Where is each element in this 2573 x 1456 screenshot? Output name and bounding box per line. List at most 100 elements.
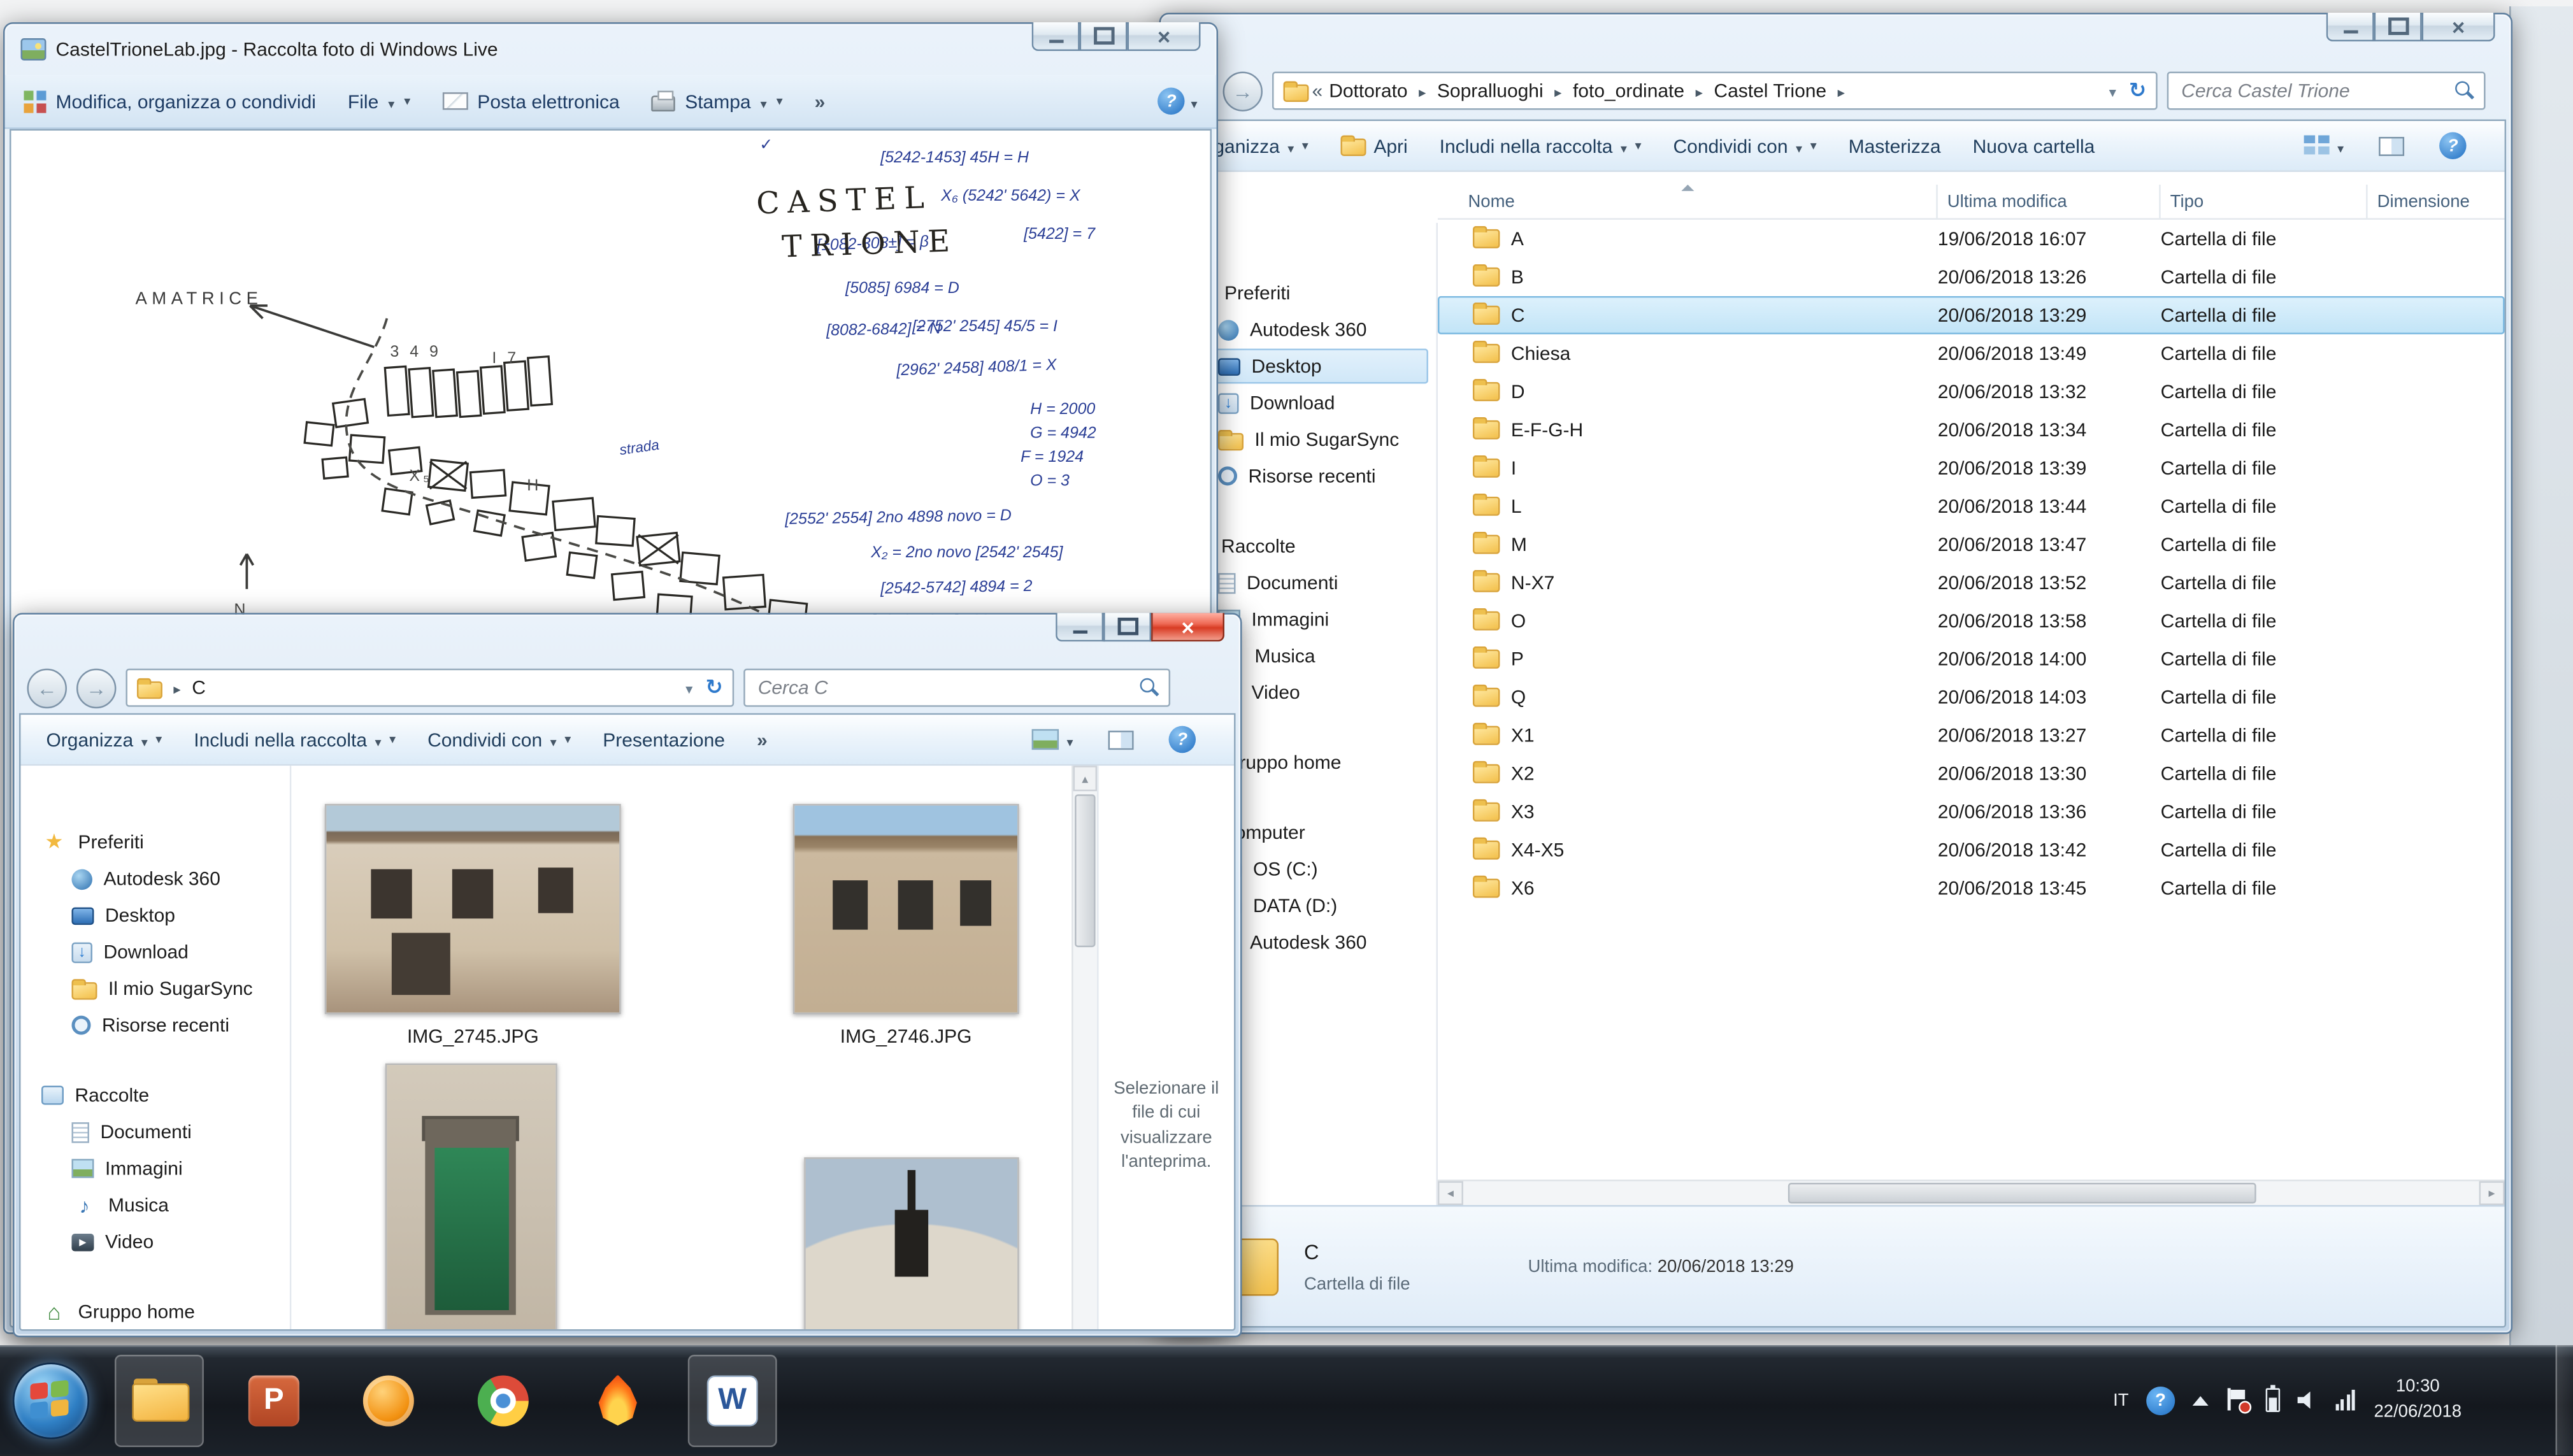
start-button[interactable] xyxy=(13,1362,89,1438)
refresh-button[interactable] xyxy=(2129,78,2146,103)
file-row[interactable]: Q20/06/2018 14:03Cartella di file xyxy=(1438,678,2505,717)
media-player-icon[interactable] xyxy=(344,1354,433,1446)
file-row[interactable]: L20/06/2018 13:44Cartella di file xyxy=(1438,487,2505,525)
action-center-icon[interactable] xyxy=(2226,1388,2248,1411)
breadcrumb-segment[interactable]: Dottorato xyxy=(1329,80,1437,102)
views-button[interactable] xyxy=(1016,728,1089,750)
battery-icon[interactable] xyxy=(2265,1388,2279,1411)
toolbar-button[interactable]: Includi nella raccolta xyxy=(1424,121,1658,170)
toolbar-button[interactable]: Includi nella raccolta xyxy=(178,715,412,764)
breadcrumb-segment[interactable]: Sopralluoghi xyxy=(1437,80,1573,102)
views-button[interactable] xyxy=(2288,134,2360,157)
horizontal-scrollbar[interactable]: ◂ ▸ xyxy=(1438,1180,2505,1205)
forward-button[interactable] xyxy=(1223,71,1263,110)
network-icon[interactable] xyxy=(2335,1390,2356,1410)
refresh-button[interactable] xyxy=(705,675,722,701)
file-row[interactable]: X4-X520/06/2018 13:42Cartella di file xyxy=(1438,831,2505,869)
explorer-icon[interactable] xyxy=(115,1354,204,1446)
preview-pane-button[interactable] xyxy=(1093,730,1150,749)
address-bar[interactable]: C xyxy=(125,669,734,707)
vertical-scrollbar[interactable]: ▴ xyxy=(1071,766,1097,1329)
photo-thumbnail[interactable]: IMG_2745.JPG xyxy=(325,804,621,1047)
sidebar-item[interactable]: Il mio SugarSync xyxy=(29,971,282,1006)
search-input[interactable] xyxy=(755,675,1140,701)
toolbar-button[interactable]: Condividi con xyxy=(412,715,587,764)
file-row[interactable]: A19/06/2018 16:07Cartella di file xyxy=(1438,220,2505,258)
title-bar[interactable] xyxy=(14,615,1240,662)
close-button[interactable] xyxy=(2422,13,2495,41)
word-icon[interactable] xyxy=(688,1354,777,1446)
close-button[interactable] xyxy=(1128,22,1201,51)
menu-item[interactable]: File xyxy=(348,90,410,112)
sidebar-item[interactable]: Gruppo home xyxy=(29,1294,282,1329)
scrollbar-thumb[interactable] xyxy=(1075,794,1095,947)
maximize-button[interactable] xyxy=(2374,13,2422,41)
photo-thumbnail[interactable] xyxy=(385,1064,557,1329)
sidebar-item[interactable]: Risorse recenti xyxy=(29,1008,282,1043)
address-dropdown-icon[interactable] xyxy=(2109,80,2116,102)
file-row[interactable]: N-X720/06/2018 13:52Cartella di file xyxy=(1438,564,2505,602)
minimize-button[interactable] xyxy=(1032,22,1080,51)
help-button[interactable] xyxy=(1153,726,1212,753)
scroll-up-button[interactable]: ▴ xyxy=(1073,766,1097,791)
scroll-right-button[interactable]: ▸ xyxy=(2479,1181,2505,1205)
file-row[interactable]: C20/06/2018 13:29Cartella di file xyxy=(1438,296,2505,334)
file-row[interactable]: I20/06/2018 13:39Cartella di file xyxy=(1438,449,2505,487)
breadcrumb-segment[interactable]: foto_ordinate xyxy=(1573,80,1714,102)
file-row[interactable]: B20/06/2018 13:26Cartella di file xyxy=(1438,258,2505,296)
scrollbar-thumb[interactable] xyxy=(1788,1183,2255,1203)
help-tray-icon[interactable] xyxy=(2146,1386,2175,1415)
photo-thumbnail[interactable] xyxy=(804,1157,1019,1329)
close-button[interactable] xyxy=(1151,613,1224,641)
help-button[interactable] xyxy=(2423,132,2482,159)
menu-item[interactable]: Stampa xyxy=(652,90,783,112)
back-button[interactable] xyxy=(27,667,66,707)
file-row[interactable]: X620/06/2018 13:45Cartella di file xyxy=(1438,869,2505,908)
file-row[interactable]: X320/06/2018 13:36Cartella di file xyxy=(1438,793,2505,831)
toolbar-button[interactable]: Condividi con xyxy=(1657,121,1832,170)
help-button[interactable] xyxy=(1157,87,1184,114)
scroll-left-button[interactable]: ◂ xyxy=(1438,1181,1463,1205)
toolbar-button[interactable]: Presentazione xyxy=(587,715,741,764)
file-row[interactable]: Chiesa20/06/2018 13:49Cartella di file xyxy=(1438,334,2505,373)
file-row[interactable]: X220/06/2018 13:30Cartella di file xyxy=(1438,755,2505,793)
explorer-window-c[interactable]: C OrganizzaIncludi nella raccoltaCondivi… xyxy=(13,613,1242,1337)
sidebar-item[interactable]: Immagini xyxy=(29,1151,282,1186)
toolbar-button[interactable]: Nuova cartella xyxy=(1957,121,2111,170)
photo-thumbnail[interactable]: IMG_2746.JPG xyxy=(793,804,1019,1047)
sidebar-item[interactable]: Musica xyxy=(29,1188,282,1223)
toolbar-button[interactable]: » xyxy=(741,715,784,764)
flame-icon[interactable] xyxy=(573,1354,663,1446)
menu-item[interactable]: » xyxy=(815,90,826,112)
explorer-window-castel-trione[interactable]: « DottoratoSopralluoghifoto_ordinateCast… xyxy=(1159,13,2512,1334)
toolbar-button[interactable]: Masterizza xyxy=(1833,121,1957,170)
menu-item[interactable]: Modifica, organizza o condividi xyxy=(24,90,315,112)
language-indicator[interactable]: IT xyxy=(2113,1390,2128,1410)
powerpoint-icon[interactable] xyxy=(229,1354,319,1446)
column-header-dimensione[interactable]: Dimensione xyxy=(2368,185,2505,218)
sidebar-item[interactable]: Preferiti xyxy=(29,825,282,860)
column-header-ultima-modifica[interactable]: Ultima modifica xyxy=(1938,185,2161,218)
sidebar-item[interactable]: Autodesk 360 xyxy=(29,861,282,896)
show-desktop-button[interactable] xyxy=(2556,1345,2573,1455)
title-bar[interactable]: CastelTrioneLab.jpg - Raccolta foto di W… xyxy=(4,24,1216,75)
sidebar-item[interactable]: Download xyxy=(29,934,282,969)
chevron-down-icon[interactable] xyxy=(1191,90,1198,112)
column-header-nome[interactable]: Nome xyxy=(1438,185,1938,218)
toolbar-button[interactable]: Organizza xyxy=(30,715,178,764)
forward-button[interactable] xyxy=(76,667,116,707)
maximize-button[interactable] xyxy=(1080,22,1128,51)
volume-icon[interactable] xyxy=(2297,1390,2318,1410)
maximize-button[interactable] xyxy=(1103,613,1151,641)
file-row[interactable]: O20/06/2018 13:58Cartella di file xyxy=(1438,602,2505,640)
sidebar-item[interactable]: Video xyxy=(29,1224,282,1259)
menu-item[interactable]: Posta elettronica xyxy=(442,90,619,112)
title-bar[interactable] xyxy=(1161,14,2511,65)
clock[interactable]: 10:30 22/06/2018 xyxy=(2374,1374,2462,1425)
show-hidden-icons-button[interactable] xyxy=(2193,1395,2209,1405)
file-row[interactable]: D20/06/2018 13:32Cartella di file xyxy=(1438,373,2505,411)
file-row[interactable]: E-F-G-H20/06/2018 13:34Cartella di file xyxy=(1438,411,2505,449)
minimize-button[interactable] xyxy=(1056,613,1103,641)
preview-pane-button[interactable] xyxy=(2363,136,2420,155)
sidebar-item[interactable]: Desktop xyxy=(29,898,282,933)
